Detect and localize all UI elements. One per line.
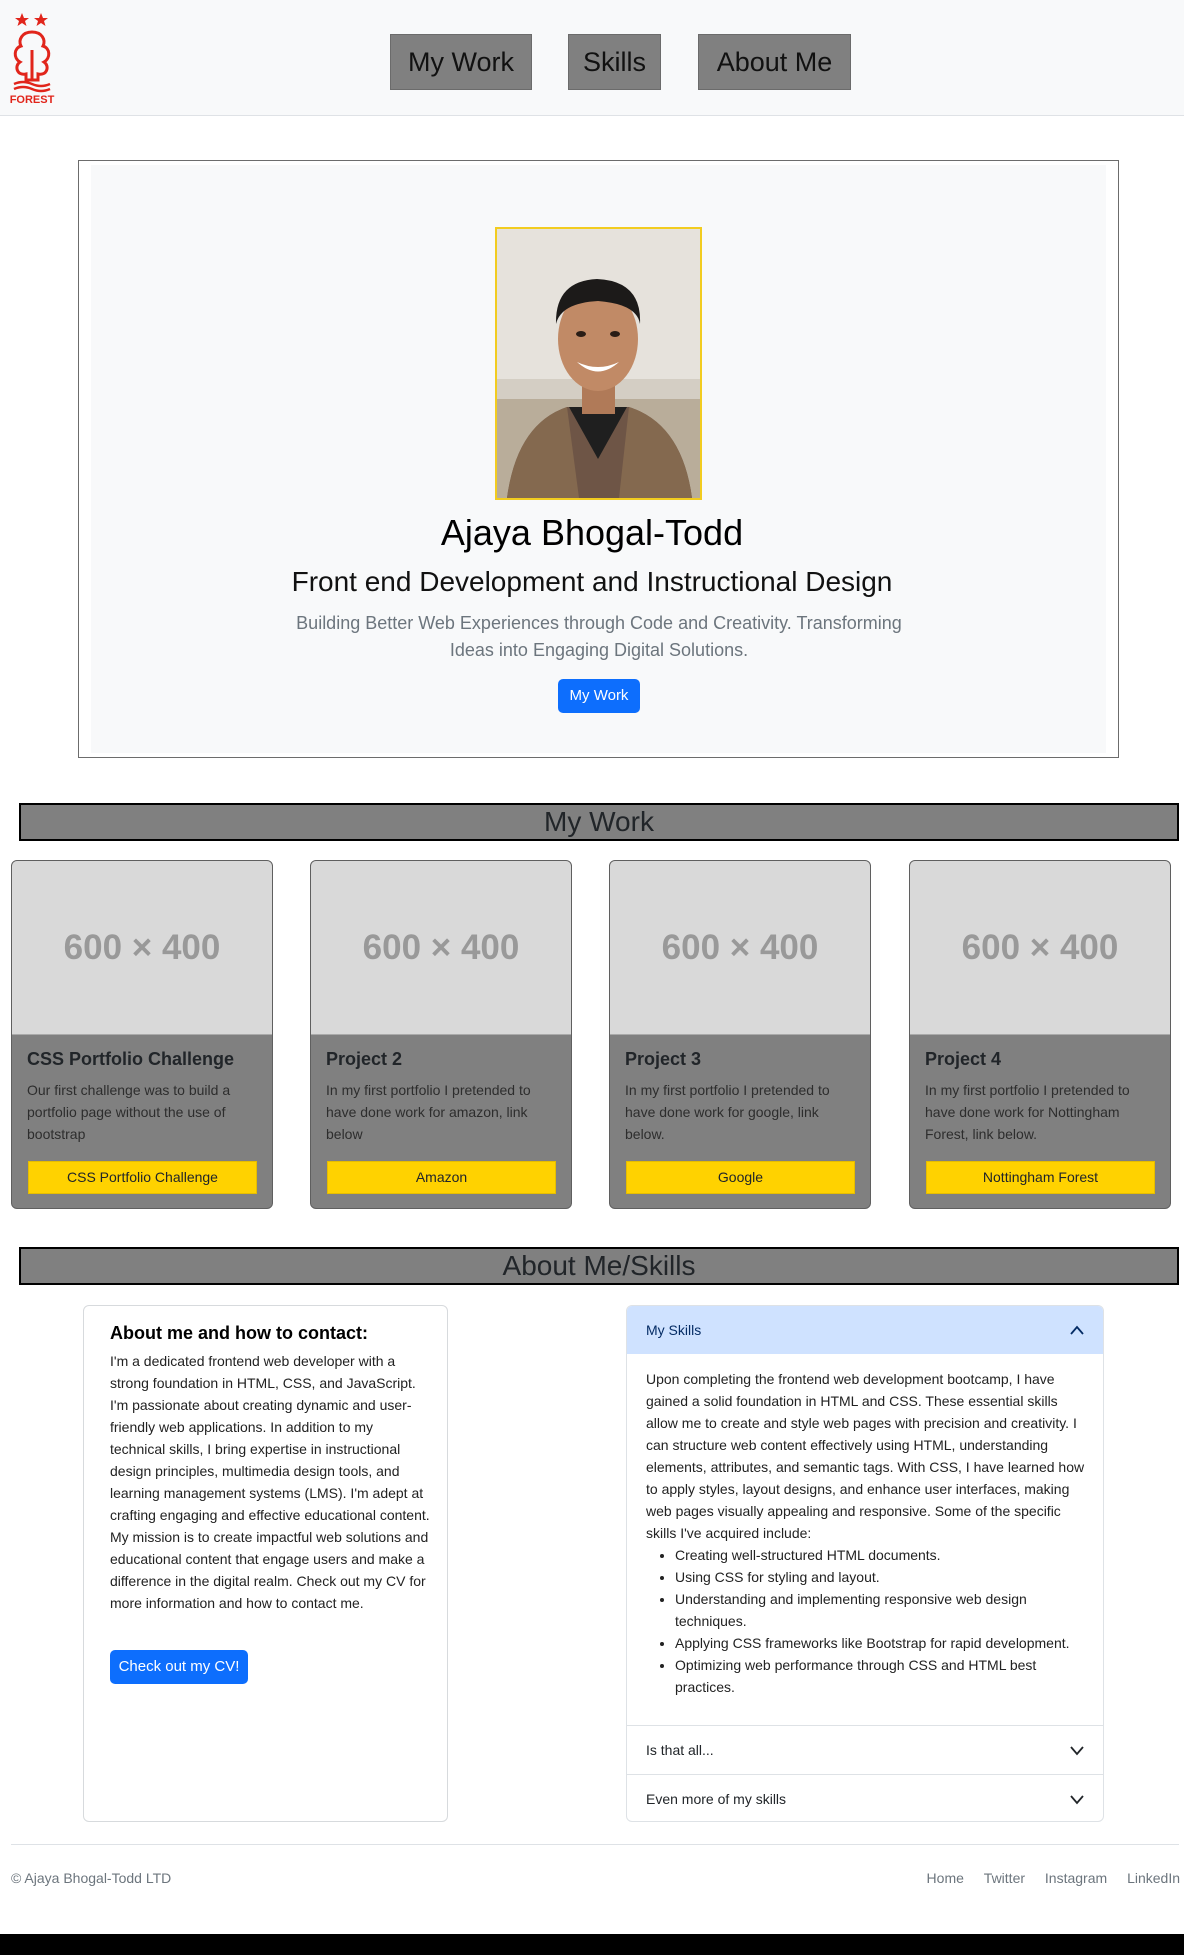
nav-skills-button[interactable]: Skills <box>568 34 661 90</box>
footer-link-instagram[interactable]: Instagram <box>1045 1870 1107 1886</box>
cv-button[interactable]: Check out my CV! <box>110 1650 248 1684</box>
project-title: Project 2 <box>326 1049 403 1069</box>
footer-copyright: © Ajaya Bhogal-Todd LTD <box>11 1870 172 1886</box>
profile-photo <box>495 227 702 500</box>
project-image-placeholder: 600 × 400 <box>910 861 1170 1035</box>
footer-divider <box>11 1844 1179 1845</box>
project-link-button[interactable]: CSS Portfolio Challenge <box>28 1161 257 1194</box>
chevron-down-icon <box>1070 1795 1084 1805</box>
project-card: 600 × 400 Project 3 In my first portfoli… <box>609 860 871 1209</box>
project-card: 600 × 400 Project 2 In my first portfoli… <box>310 860 572 1209</box>
hero-my-work-button[interactable]: My Work <box>558 679 640 713</box>
navbar: FOREST My Work Skills About Me <box>0 0 1184 116</box>
accordion-is-that-all-header[interactable]: Is that all... <box>627 1726 1103 1774</box>
project-card: 600 × 400 CSS Portfolio Challenge Our fi… <box>11 860 273 1209</box>
project-description: Our first challenge was to build a portf… <box>27 1082 231 1142</box>
project-image-placeholder: 600 × 400 <box>311 861 571 1035</box>
project-title: Project 3 <box>625 1049 702 1069</box>
list-item: Creating well-structured HTML documents. <box>675 1544 1092 1566</box>
footer-link-linkedin[interactable]: LinkedIn <box>1127 1870 1180 1886</box>
about-card-text: I'm a dedicated frontend web developer w… <box>110 1353 430 1611</box>
footer-links: Home Twitter Instagram LinkedIn <box>911 1870 1180 1886</box>
project-title: Project 4 <box>925 1049 1002 1069</box>
project-description: In my first portfolio I pretended to hav… <box>925 1082 1130 1142</box>
hero-subtitle: Front end Development and Instructional … <box>291 566 893 597</box>
list-item: Understanding and implementing responsiv… <box>675 1588 1092 1632</box>
nottingham-forest-logo[interactable]: FOREST <box>8 10 56 106</box>
footer-link-twitter[interactable]: Twitter <box>984 1870 1025 1886</box>
about-skills-heading: About Me/Skills <box>19 1247 1179 1285</box>
project-link-button[interactable]: Nottingham Forest <box>926 1161 1155 1194</box>
skills-list: Creating well-structured HTML documents.… <box>646 1544 1092 1698</box>
project-description: In my first portfolio I pretended to hav… <box>326 1082 531 1142</box>
hero-lead: Building Better Web Experiences through … <box>296 613 902 660</box>
list-item: Using CSS for styling and layout. <box>675 1566 1092 1588</box>
skills-accordion: My Skills Upon completing the frontend w… <box>626 1305 1104 1822</box>
project-link-button[interactable]: Google <box>626 1161 855 1194</box>
nav-about-me-button[interactable]: About Me <box>698 34 851 90</box>
chevron-up-icon <box>1070 1325 1084 1335</box>
project-description: In my first portfolio I pretended to hav… <box>625 1082 830 1142</box>
about-contact-card: About me and how to contact: I'm a dedic… <box>83 1305 448 1822</box>
list-item: Optimizing web performance through CSS a… <box>675 1654 1092 1698</box>
accordion-my-skills-header[interactable]: My Skills <box>627 1306 1103 1354</box>
accordion-header-label: Is that all... <box>646 1742 714 1758</box>
chevron-down-icon <box>1070 1746 1084 1756</box>
about-card-title: About me and how to contact: <box>110 1323 368 1343</box>
project-title: CSS Portfolio Challenge <box>27 1049 235 1069</box>
project-card: 600 × 400 Project 4 In my first portfoli… <box>909 860 1171 1209</box>
skills-paragraph: Upon completing the frontend web develop… <box>646 1371 1085 1541</box>
footer-link-home[interactable]: Home <box>927 1870 964 1886</box>
accordion-my-skills-body: Upon completing the frontend web develop… <box>646 1368 1092 1698</box>
list-item: Applying CSS frameworks like Bootstrap f… <box>675 1632 1092 1654</box>
hero-name: Ajaya Bhogal-Todd <box>440 512 744 553</box>
nav-my-work-button[interactable]: My Work <box>390 34 532 90</box>
project-image-placeholder: 600 × 400 <box>12 861 272 1035</box>
accordion-header-label: Even more of my skills <box>646 1791 787 1807</box>
accordion-header-label: My Skills <box>646 1322 702 1338</box>
my-work-heading: My Work <box>19 803 1179 841</box>
project-link-button[interactable]: Amazon <box>327 1161 556 1194</box>
accordion-even-more-header[interactable]: Even more of my skills <box>627 1775 1103 1821</box>
project-image-placeholder: 600 × 400 <box>610 861 870 1035</box>
bottom-bar <box>0 1934 1184 1955</box>
svg-text:FOREST: FOREST <box>10 94 55 104</box>
